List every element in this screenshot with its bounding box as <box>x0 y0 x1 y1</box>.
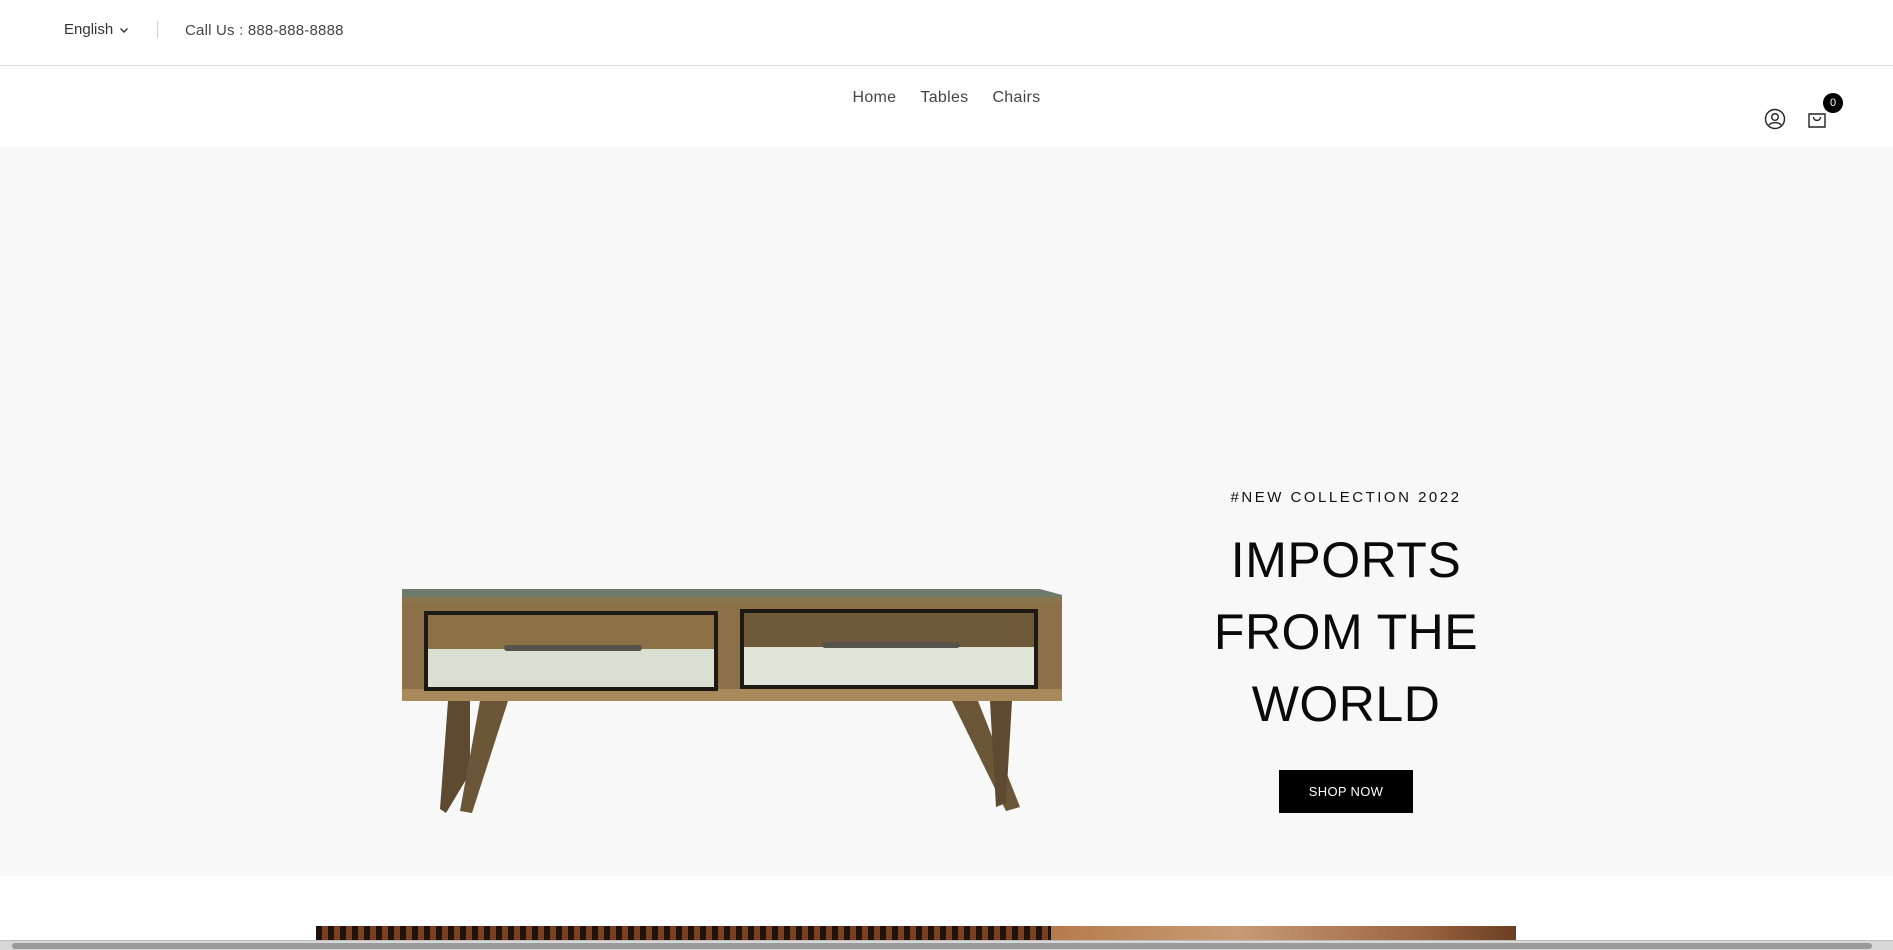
cart-button[interactable]: 0 <box>1805 93 1843 131</box>
call-us-text: Call Us : 888-888-8888 <box>185 22 344 39</box>
nav-item-home[interactable]: Home <box>853 89 897 107</box>
scrollbar-thumb[interactable] <box>12 943 1872 949</box>
main-nav: Home Tables Chairs <box>0 89 1893 107</box>
hero-headline-line: IMPORTS <box>1230 532 1462 588</box>
account-button[interactable] <box>1763 107 1787 131</box>
hero-eyebrow: #NEW COLLECTION 2022 <box>1230 489 1462 506</box>
hero-bench-image <box>402 589 1062 813</box>
shopping-bag-icon <box>1808 113 1826 128</box>
horizontal-scrollbar[interactable] <box>0 940 1893 950</box>
user-circle-icon <box>1764 108 1786 130</box>
header-icons: 0 <box>1763 93 1843 131</box>
main-header: Home Tables Chairs 0 <box>0 67 1893 147</box>
hero-banner: #NEW COLLECTION 2022 IMPORTS FROM THE WO… <box>0 147 1893 876</box>
hero-headline-line: FROM THE <box>1213 604 1479 660</box>
language-selector[interactable]: English <box>64 21 129 38</box>
chevron-down-icon <box>120 27 129 33</box>
top-bar: English Call Us : 888-888-8888 <box>0 0 1893 66</box>
cart-count-badge: 0 <box>1823 93 1843 113</box>
hero-headline-line: WORLD <box>1251 676 1441 732</box>
topbar-divider <box>157 21 158 38</box>
hero-headline: IMPORTS FROM THE WORLD <box>1180 524 1512 740</box>
hero-text-block: #NEW COLLECTION 2022 IMPORTS FROM THE WO… <box>1180 489 1512 813</box>
nav-item-chairs[interactable]: Chairs <box>992 89 1040 107</box>
language-label: English <box>64 21 114 38</box>
nav-item-tables[interactable]: Tables <box>920 89 968 107</box>
shop-now-button[interactable]: SHOP NOW <box>1279 770 1413 813</box>
